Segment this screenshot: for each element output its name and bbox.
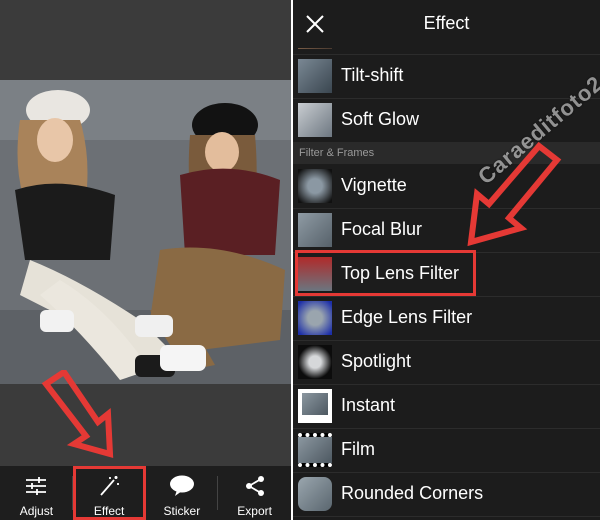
editor-panel: Adjust Effect Sticker Export — [0, 0, 291, 520]
effect-thumbnail — [298, 169, 332, 203]
export-button[interactable]: Export — [218, 466, 291, 520]
effect-highlight-box — [73, 466, 146, 520]
red-arrow-icon — [41, 370, 114, 459]
edited-photo — [0, 80, 291, 384]
adjust-button[interactable]: Adjust — [0, 466, 73, 520]
list-item-tilt-shift[interactable]: Tilt-shift — [293, 54, 600, 99]
sticker-label: Sticker — [163, 504, 201, 518]
list-item-instant[interactable]: Instant — [293, 384, 600, 429]
share-icon — [241, 472, 269, 500]
effect-thumbnail — [298, 301, 332, 335]
export-label: Export — [237, 504, 272, 518]
list-item-rounded-corners[interactable]: Rounded Corners — [293, 472, 600, 517]
effect-list-panel: Effect Effect Tilt-shift Soft Glow Filte… — [293, 0, 600, 520]
list-item-edge-lens-filter[interactable]: Edge Lens Filter — [293, 296, 600, 341]
effect-thumbnail — [298, 433, 332, 467]
sliders-icon — [22, 472, 50, 500]
effect-thumbnail — [298, 345, 332, 379]
top-lens-highlight-box — [295, 250, 476, 296]
speech-bubble-icon — [168, 472, 196, 500]
effect-thumbnail — [298, 213, 332, 247]
effect-thumbnail — [298, 389, 332, 423]
effect-thumbnail — [298, 477, 332, 511]
panel-title: Effect — [423, 13, 470, 33]
effect-thumbnail — [298, 59, 332, 93]
adjust-label: Adjust — [19, 504, 54, 518]
list-item-spotlight[interactable]: Spotlight — [293, 340, 600, 385]
list-item-film[interactable]: Film — [293, 428, 600, 473]
effect-thumbnail — [298, 103, 332, 137]
sticker-button[interactable]: Sticker — [146, 466, 219, 520]
